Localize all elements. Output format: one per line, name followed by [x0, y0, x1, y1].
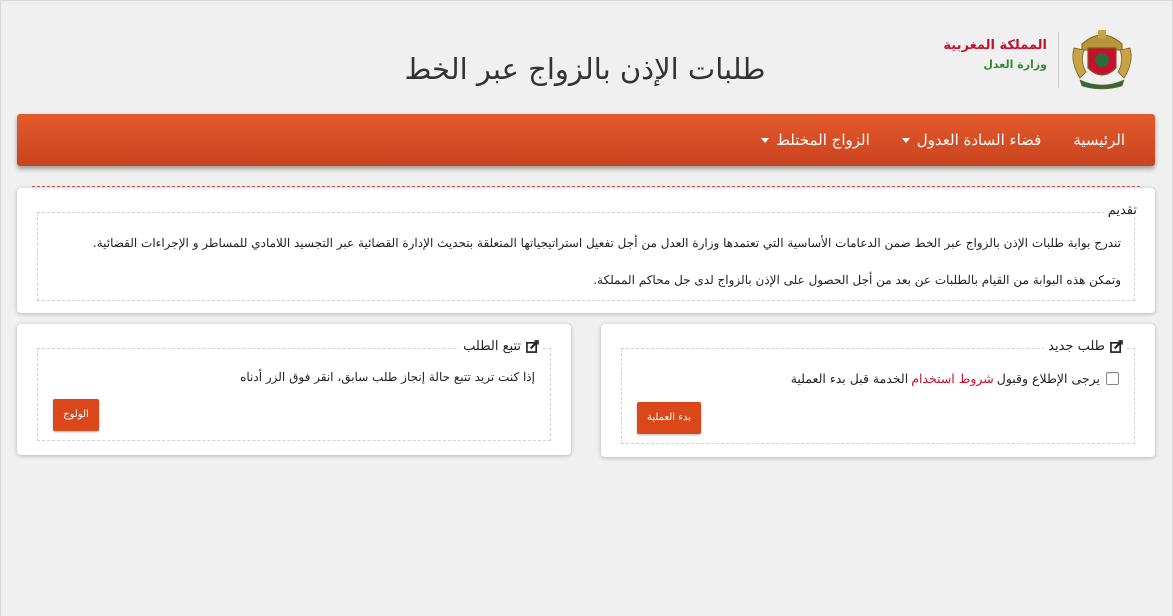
edit-icon [1110, 340, 1123, 353]
track-instructions: إذا كنت تريد تتبع حالة إنجاز طلب سابق، ا… [240, 370, 535, 384]
logo-separator [1058, 32, 1059, 88]
track-request-panel: تتبع الطلب إذا كنت تريد تتبع حالة إنجاز … [17, 324, 571, 455]
nav-adouls-label: فضاء السادة العدول [916, 131, 1042, 149]
login-button[interactable]: الولوج [53, 399, 99, 431]
edit-icon [526, 340, 539, 353]
kingdom-name: المملكة المغربية [943, 38, 1047, 53]
intro-paragraph-1: تندرج بوابة طلبات الإذن بالزواج عبر الخط… [92, 236, 1121, 250]
start-process-button[interactable]: بدء العملية [637, 402, 701, 434]
coat-of-arms-icon [1072, 30, 1132, 90]
new-request-panel: طلب جديد يرجى الإطلاع وقبول شروط استخدام… [601, 324, 1155, 457]
intro-panel: تقديم تندرج بوابة طلبات الإذن بالزواج عب… [17, 188, 1155, 313]
new-request-legend: طلب جديد [1044, 339, 1127, 354]
intro-legend: تقديم [1103, 203, 1141, 218]
nav-mixed-marriage-dropdown[interactable]: الزواج المختلط [745, 131, 886, 149]
nav-home-label: الرئيسية [1073, 131, 1125, 149]
track-legend-label: تتبع الطلب [463, 339, 521, 354]
nav-mixed-label: الزواج المختلط [776, 131, 870, 149]
nav-adouls-dropdown[interactable]: فضاء السادة العدول [886, 131, 1058, 149]
header: طلبات الإذن بالزواج عبر الخط المملكة الم… [0, 0, 1173, 112]
main-navbar: الرئيسية فضاء السادة العدول الزواج المخت… [17, 114, 1155, 166]
intro-paragraph-2: وتمكن هذه البوابة من القيام بالطلبات عن … [593, 273, 1121, 287]
new-request-legend-label: طلب جديد [1048, 339, 1105, 354]
divider [32, 186, 1140, 187]
track-legend: تتبع الطلب [459, 339, 543, 354]
consent-prefix: يرجى الإطلاع وقبول [996, 371, 1100, 386]
intro-fieldset [37, 212, 1135, 301]
terms-consent-row: يرجى الإطلاع وقبول شروط استخدام الخدمة ق… [791, 371, 1119, 386]
ministry-name: وزارة العدل [983, 58, 1047, 71]
consent-suffix: الخدمة قبل بدء العملية [790, 371, 909, 386]
terms-link[interactable]: شروط استخدام [911, 371, 994, 386]
caret-down-icon [901, 137, 910, 143]
terms-checkbox[interactable] [1106, 372, 1119, 385]
caret-down-icon [761, 137, 770, 143]
nav-home[interactable]: الرئيسية [1057, 131, 1141, 149]
track-fieldset [37, 348, 551, 441]
page-title: طلبات الإذن بالزواج عبر الخط [404, 52, 766, 86]
